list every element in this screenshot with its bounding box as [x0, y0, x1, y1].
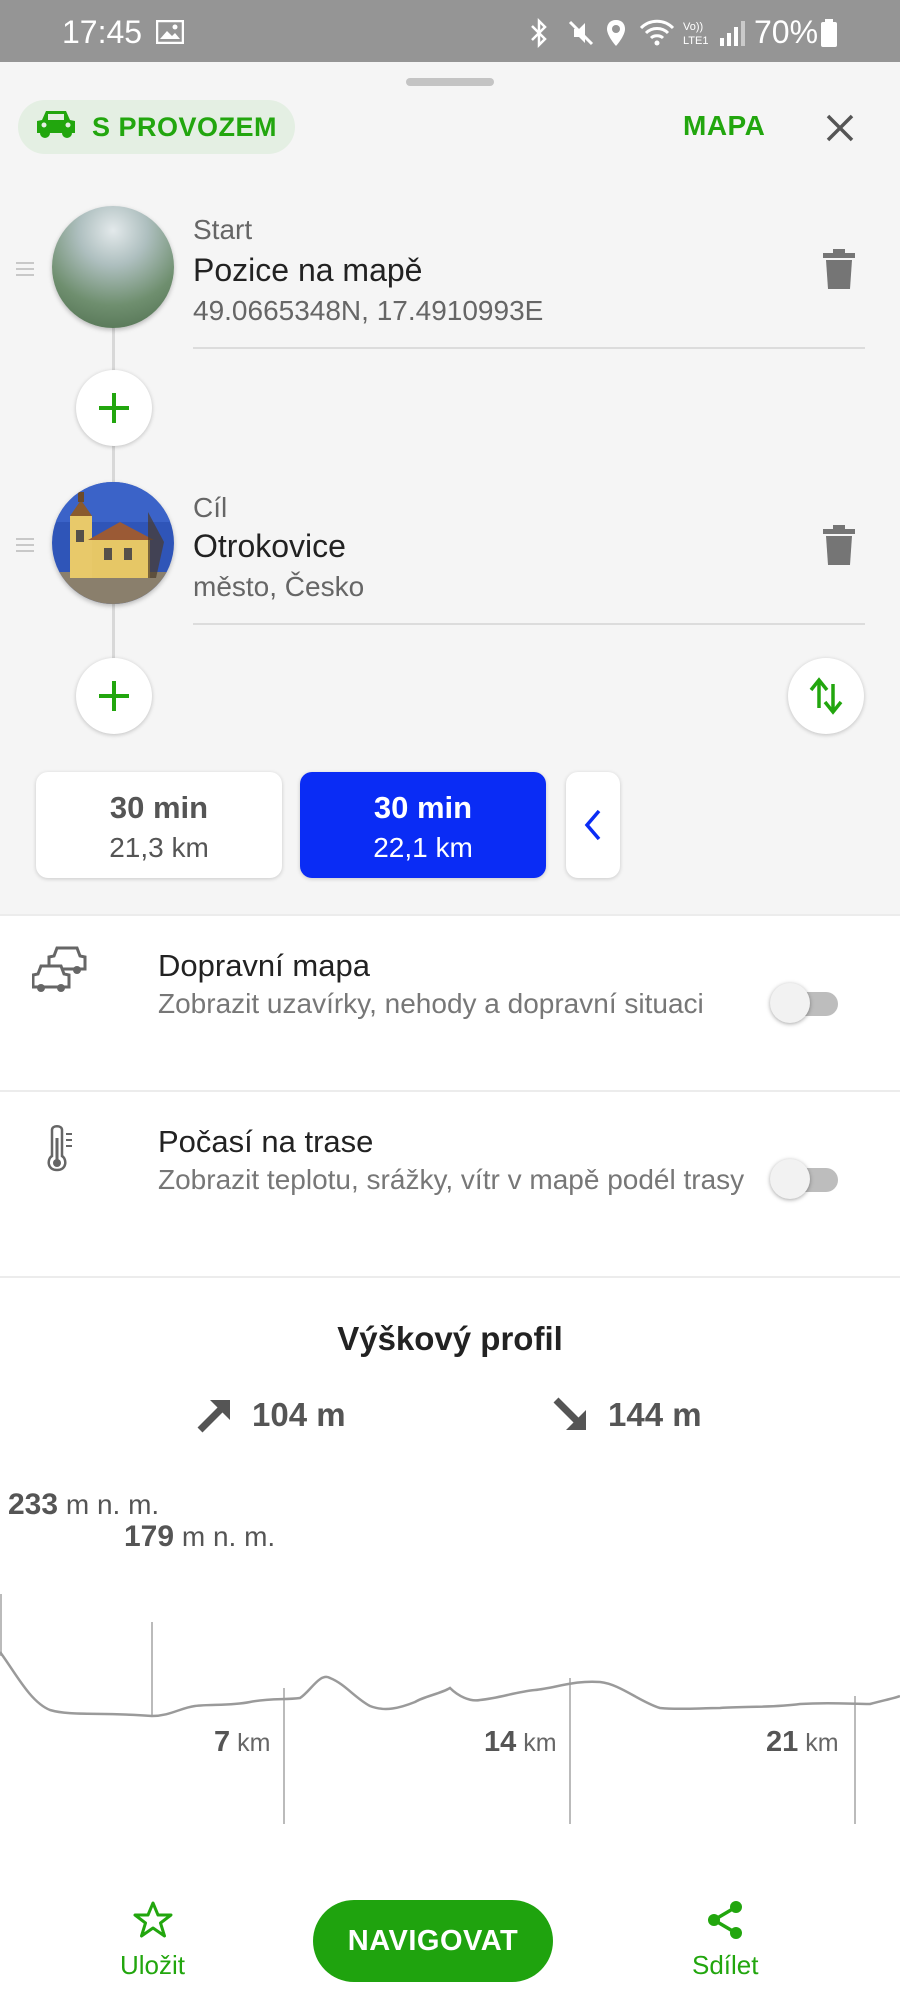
route-option-1[interactable]: 30 min 21,3 km [36, 772, 282, 878]
elevation-chart [0, 1594, 900, 1824]
svg-text:LTE1: LTE1 [683, 35, 708, 47]
battery-icon [820, 18, 838, 53]
save-route-label: Uložit [120, 1950, 186, 1980]
delete-start-button[interactable] [822, 248, 856, 290]
start-title[interactable]: Pozice na mapě [193, 252, 422, 289]
close-icon [826, 114, 854, 142]
ascent-value: 104 m [252, 1396, 346, 1433]
route-options-panel [0, 914, 900, 2000]
thermometer-icon [44, 1124, 78, 1179]
route-distance: 22,1 km [373, 832, 473, 863]
plus-icon [99, 681, 129, 711]
weather-title: Počasí na trase [158, 1124, 374, 1159]
descent-value: 144 m [608, 1396, 702, 1433]
bluetooth-icon [528, 17, 550, 53]
share-route-label: Sdílet [692, 1950, 759, 1980]
route-distance: 21,3 km [109, 832, 209, 863]
destination-subtitle: město, Česko [193, 571, 365, 602]
signal-icon [718, 18, 748, 53]
elevation-profile-line [0, 1651, 900, 1718]
traffic-map-title: Dopravní mapa [158, 948, 370, 983]
start-coordinates: 49.0665348N, 17.4910993E [193, 295, 544, 326]
add-waypoint-button[interactable] [76, 370, 152, 446]
add-waypoint-button[interactable] [76, 658, 152, 734]
status-time: 17:45 [62, 14, 143, 50]
start-label: Start [193, 214, 253, 245]
share-route-button[interactable]: Sdílet [692, 1898, 759, 1981]
svg-text:Vo)): Vo)) [683, 21, 703, 33]
location-icon [604, 18, 628, 53]
chevron-left-icon [584, 809, 601, 841]
trash-icon [823, 249, 855, 289]
start-location-thumbnail [52, 206, 174, 328]
weather-subtitle: Zobrazit teplotu, srážky, vítr v mapě po… [158, 1164, 745, 1195]
destination-label: Cíl [193, 492, 228, 523]
route-option-2-selected[interactable]: 30 min 22,1 km [300, 772, 546, 878]
waypoint-drag-handle[interactable] [16, 258, 34, 280]
sheet-drag-handle[interactable] [406, 78, 494, 86]
volte-lte-icon: Vo)) LTE1 [682, 18, 716, 53]
descent-stat: 144 m [552, 1396, 702, 1434]
waypoint-divider [193, 347, 865, 349]
traffic-map-subtitle: Zobrazit uzavírky, nehody a dopravní sit… [158, 988, 704, 1019]
gallery-notification-icon [155, 19, 185, 49]
km-tick-7: 7 km [214, 1726, 271, 1758]
delete-destination-button[interactable] [822, 524, 856, 566]
section-divider [0, 914, 900, 916]
traffic-map-toggle[interactable] [770, 983, 842, 1023]
descent-arrow-icon [553, 1397, 586, 1430]
max-elevation-value: 233 [8, 1488, 59, 1521]
section-divider [0, 1090, 900, 1092]
ascent-stat: 104 m [196, 1396, 346, 1434]
section-divider [0, 1276, 900, 1278]
navigate-button[interactable]: NAVIGOVAT [313, 1900, 553, 1982]
share-icon [708, 1901, 743, 1939]
waypoint-drag-handle[interactable] [16, 534, 34, 556]
mute-icon [566, 18, 596, 53]
swap-waypoints-button[interactable] [788, 658, 864, 734]
destination-title[interactable]: Otrokovice [193, 528, 346, 565]
traffic-mode-chip[interactable]: S PROVOZEM [18, 100, 296, 154]
car-icon [34, 108, 78, 147]
route-planner-sheet: S PROVOZEM MAPA Start Pozice na mapě 49.… [0, 62, 900, 2000]
collapse-routes-button[interactable] [566, 772, 620, 878]
star-icon [133, 1901, 172, 1938]
traffic-cars-icon [31, 942, 92, 1003]
route-time: 30 min [373, 790, 473, 825]
km-tick-14: 14 km [484, 1726, 557, 1758]
trash-icon [823, 525, 855, 565]
route-time: 30 min [109, 790, 209, 825]
plus-icon [99, 393, 129, 423]
waypoint-divider [193, 623, 865, 625]
wifi-icon [638, 18, 676, 53]
max-elevation-label: 233 m n. m. [8, 1488, 159, 1522]
km-tick-21: 21 km [766, 1726, 839, 1758]
close-button[interactable] [818, 106, 862, 150]
elevation-unit: m n. m. [65, 1489, 160, 1520]
save-route-button[interactable]: Uložit [120, 1900, 185, 1981]
ascent-arrow-icon [197, 1400, 230, 1433]
battery-percent: 70% [754, 14, 819, 50]
swap-arrows-icon [809, 677, 843, 715]
weather-toggle[interactable] [770, 1159, 842, 1199]
map-button[interactable]: MAPA [683, 110, 765, 142]
elevation-title: Výškový profil [337, 1320, 563, 1357]
destination-thumbnail [52, 482, 174, 604]
status-bar: 17:45 Vo)) LTE1 70% [0, 0, 900, 62]
traffic-mode-label: S PROVOZEM [92, 111, 278, 142]
